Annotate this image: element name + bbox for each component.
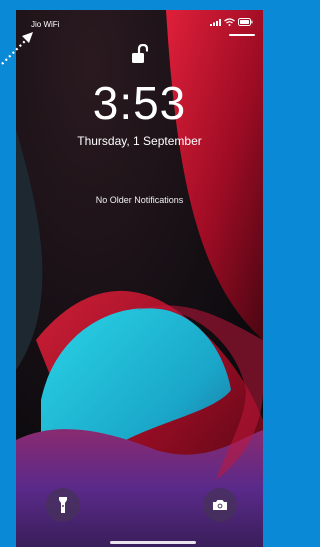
flashlight-button[interactable] — [46, 488, 80, 522]
flashlight-icon — [59, 497, 67, 513]
battery-icon — [238, 18, 253, 26]
home-indicator[interactable] — [110, 541, 196, 544]
notifications-status: No Older Notifications — [95, 195, 184, 205]
lock-date: Thursday, 1 September — [77, 134, 202, 148]
signal-bars-icon — [210, 18, 221, 26]
control-center-indicator[interactable] — [229, 34, 255, 36]
lock-screen: Jio WiFi 3:53 Thursday, 1 September No O… — [16, 10, 263, 547]
unlocked-padlock-icon — [132, 44, 148, 63]
camera-button[interactable] — [203, 488, 237, 522]
status-icons — [210, 18, 253, 26]
lock-time: 3:53 — [92, 77, 187, 129]
dotted-arrow-annotation — [1, 32, 33, 65]
wifi-icon — [224, 18, 235, 26]
camera-icon — [213, 500, 227, 510]
